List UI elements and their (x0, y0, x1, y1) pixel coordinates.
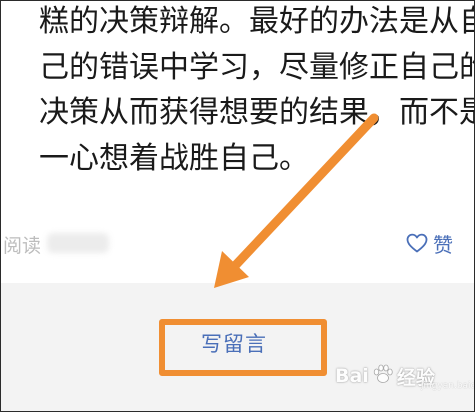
like-button[interactable]: 赞 (406, 229, 453, 257)
watermark-brand-left: Bai (335, 365, 369, 387)
paragraph-line: 决策从而获得想要的结果，而不是 (39, 95, 475, 130)
screenshot-frame: 糕的决策辩解。最好的办法是从自 己的错误中学习，尽量修正自己的 决策从而获得想要… (0, 0, 475, 412)
paragraph-line: 糕的决策辩解。最好的办法是从自 (39, 4, 475, 39)
like-label: 赞 (433, 232, 453, 257)
paragraph-line: 己的错误中学习，尽量修正自己的 (39, 49, 475, 85)
article-body: 糕的决策辩解。最好的办法是从自 己的错误中学习，尽量修正自己的 决策从而获得想要… (1, 1, 474, 283)
heart-outline-icon (406, 233, 428, 253)
write-comment-button[interactable]: 写留言 (159, 319, 327, 376)
read-count-label: 阅读 (3, 235, 42, 257)
watermark-domain: jingyan.baidu.com (421, 381, 475, 391)
write-comment-label: 写留言 (201, 332, 267, 356)
paragraph-line: 一心想着战胜自己。 (39, 140, 309, 176)
read-count-blurred (47, 233, 109, 253)
article-meta-row: 阅读 赞 (1, 227, 474, 263)
article-paragraph: 糕的决策辩解。最好的办法是从自 己的错误中学习，尽量修正自己的 决策从而获得想要… (39, 1, 475, 181)
paw-icon (372, 363, 394, 389)
watermark-logo: Bai 经验 jingyan.baidu.com (335, 359, 474, 393)
